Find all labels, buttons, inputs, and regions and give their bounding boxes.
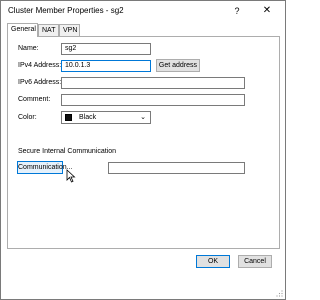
title-bar: Cluster Member Properties - sg2 ? ✕ (1, 1, 285, 21)
name-label: Name: (18, 45, 39, 52)
properties-dialog: Cluster Member Properties - sg2 ? ✕ Gene… (0, 0, 286, 300)
general-panel: Name: sg2 IPv4 Address: 10.0.1.3 Get add… (7, 36, 280, 249)
chevron-down-icon: ⌄ (140, 114, 146, 121)
help-icon[interactable]: ? (231, 5, 243, 17)
ipv6-field[interactable] (61, 77, 245, 89)
comment-label: Comment: (18, 96, 51, 103)
cancel-button[interactable]: Cancel (238, 255, 272, 268)
window-title: Cluster Member Properties - sg2 (8, 6, 124, 15)
sic-section-label: Secure Internal Communication (18, 148, 117, 155)
color-select[interactable]: Black ⌄ (61, 111, 151, 124)
tab-general[interactable]: General (7, 23, 38, 37)
ipv4-field[interactable]: 10.0.1.3 (61, 60, 151, 72)
color-swatch (65, 114, 72, 121)
resize-grip-icon[interactable] (275, 289, 283, 297)
ipv4-label: IPv4 Address: (18, 62, 62, 69)
get-address-button[interactable]: Get address (156, 59, 200, 72)
sic-status-field (108, 162, 245, 174)
color-label: Color: (18, 114, 37, 121)
name-field[interactable]: sg2 (61, 43, 151, 55)
communication-button[interactable]: Communication... (17, 161, 72, 174)
color-select-value: Black (79, 114, 97, 121)
ok-button[interactable]: OK (196, 255, 230, 268)
tab-vpn[interactable]: VPN (59, 24, 80, 36)
ipv6-label: IPv6 Address: (18, 79, 62, 86)
comment-field[interactable] (61, 94, 245, 106)
close-icon[interactable]: ✕ (261, 5, 273, 17)
mouse-pointer-icon (66, 169, 76, 183)
tab-nat[interactable]: NAT (38, 24, 59, 36)
